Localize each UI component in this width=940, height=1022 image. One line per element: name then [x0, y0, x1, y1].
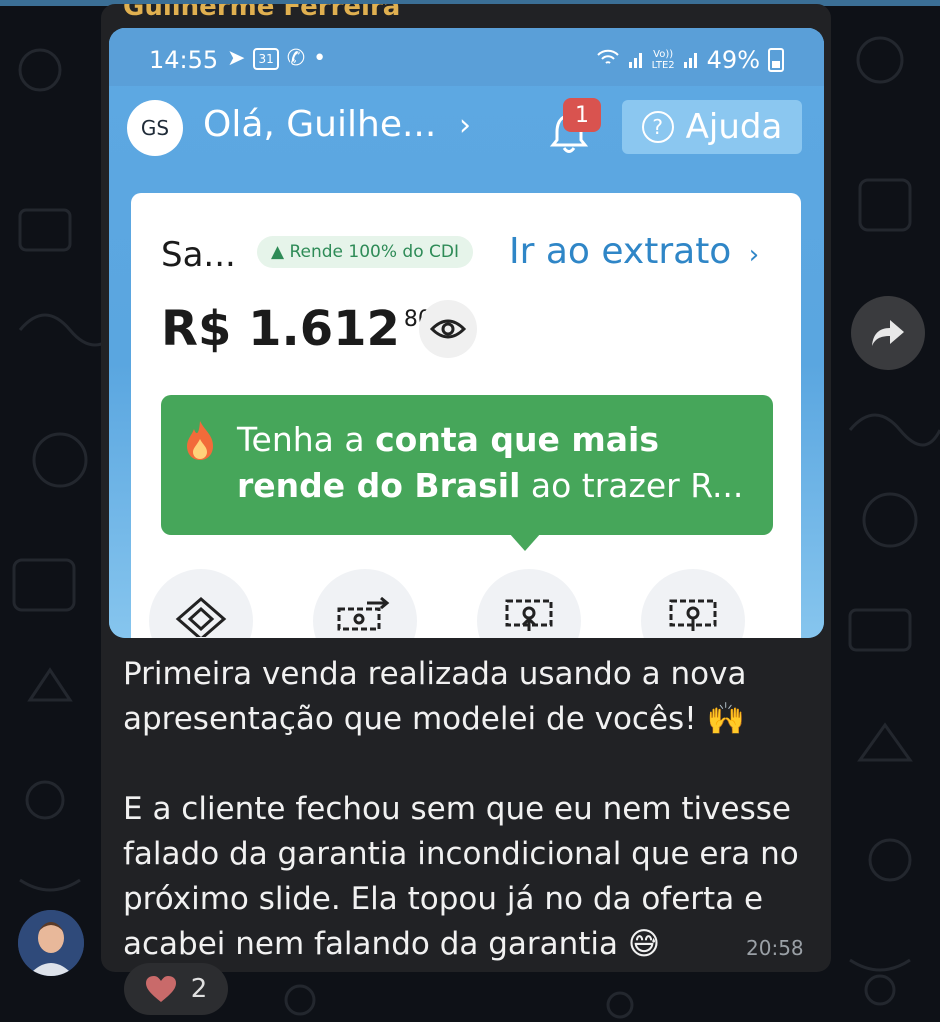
signal-icon: [628, 46, 644, 74]
cash-icon: [669, 599, 717, 631]
deposit-icon: [505, 599, 553, 631]
help-button[interactable]: ? Ajuda: [622, 100, 802, 154]
chevron-right-icon: ›: [459, 108, 471, 143]
status-time: 14:55: [149, 46, 219, 74]
calendar-icon: 31: [253, 47, 279, 70]
forward-button[interactable]: [851, 296, 925, 370]
sender-name[interactable]: Guilherme Ferreira: [123, 4, 400, 22]
account-title: Sa...: [161, 235, 236, 275]
message-time: 20:58: [746, 936, 804, 960]
phone-status-bar: 14:55 ➤ 31 ✆ • Vo)) LTE2 49%: [109, 28, 824, 86]
help-label: Ajuda: [685, 107, 783, 147]
telegram-icon: ➤: [227, 46, 246, 71]
person-photo-icon: [18, 910, 84, 976]
help-icon: ?: [641, 111, 674, 143]
lte-line1: Vo)): [653, 49, 674, 60]
withdraw-button[interactable]: [641, 569, 745, 638]
profile-initials[interactable]: GS: [127, 100, 183, 156]
lte-indicator: Vo)) LTE2: [652, 49, 675, 71]
wifi-icon: [596, 46, 620, 74]
statement-link[interactable]: Ir ao extrato ›: [509, 231, 759, 272]
deposit-button[interactable]: [477, 569, 581, 638]
battery-icon: [768, 48, 784, 72]
transfer-button[interactable]: [313, 569, 417, 638]
balance-amount: R$ 1.612: [161, 301, 400, 357]
promo-part2: ao trazer R...: [520, 466, 744, 505]
eye-icon: [430, 319, 466, 339]
battery-percent: 49%: [706, 46, 760, 74]
notification-badge: 1: [563, 98, 601, 132]
account-card: Sa... ▲ Rende 100% do CDI Ir ao extrato …: [131, 193, 801, 638]
promo-banner[interactable]: Tenha a conta que mais rende do Brasil a…: [161, 395, 773, 535]
balance: R$ 1.612 80: [161, 301, 432, 357]
promo-text: Tenha a conta que mais rende do Brasil a…: [237, 417, 757, 509]
dot-icon: •: [313, 46, 327, 71]
status-right-icons: Vo)) LTE2 49%: [596, 46, 784, 74]
statement-link-label: Ir ao extrato: [509, 231, 732, 272]
user-avatar[interactable]: [18, 910, 84, 976]
promo-part1: Tenha a: [237, 420, 376, 459]
reaction-count: 2: [190, 974, 208, 1004]
forward-icon: [872, 320, 904, 346]
whatsapp-icon: ✆: [286, 46, 306, 71]
pix-button[interactable]: [149, 569, 253, 638]
reaction-chip[interactable]: 2: [124, 963, 228, 1015]
message-bubble: Guilherme Ferreira 14:55 ➤ 31 ✆ • Vo)) L…: [101, 4, 831, 972]
lte-line2: LTE2: [651, 60, 675, 71]
attached-screenshot[interactable]: 14:55 ➤ 31 ✆ • Vo)) LTE2 49% GS Olá, Gui…: [109, 28, 824, 638]
yield-badge: ▲ Rende 100% do CDI: [257, 236, 473, 268]
status-left-icons: ➤ 31 ✆ •: [227, 46, 326, 71]
greeting[interactable]: Olá, Guilhe...: [203, 104, 436, 145]
promo-pointer: [509, 533, 541, 551]
fire-icon: [187, 421, 213, 460]
heart-icon: [145, 976, 176, 1002]
chevron-right-icon: ›: [748, 240, 760, 270]
message-text: Primeira venda realizada usando a nova a…: [123, 656, 799, 962]
pix-icon: [175, 597, 227, 637]
transfer-icon: [337, 597, 390, 631]
toggle-balance-button[interactable]: [419, 300, 477, 358]
signal-icon-2: [683, 46, 699, 74]
